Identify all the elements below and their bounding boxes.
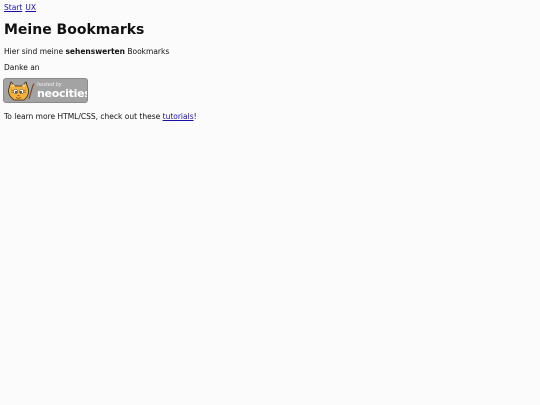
learn-more-text: To learn more HTML/CSS, check out these … bbox=[4, 112, 197, 121]
intro-text: Hier sind meine sehenswerten Bookmarks bbox=[4, 47, 169, 56]
page-title: Meine Bookmarks bbox=[4, 22, 145, 38]
neocities-badge-link[interactable]: hosted by neocities bbox=[3, 78, 88, 103]
intro-after: Bookmarks bbox=[124, 47, 170, 56]
intro-emphasis: sehenswerten bbox=[65, 47, 125, 56]
tutorials-link[interactable]: tutorials bbox=[163, 112, 194, 121]
nav-link-ux[interactable]: UX bbox=[25, 3, 36, 12]
learn-before: To learn more HTML/CSS, check out these bbox=[4, 112, 163, 121]
intro-before: Hier sind meine bbox=[4, 47, 66, 56]
neocities-cat-icon bbox=[8, 81, 35, 101]
top-nav: Start UX bbox=[4, 3, 39, 12]
learn-after: ! bbox=[193, 112, 197, 121]
page: Start UX Meine Bookmarks Hier sind meine … bbox=[0, 0, 540, 405]
thanks-text: Danke an bbox=[4, 63, 40, 72]
nav-link-start[interactable]: Start bbox=[4, 3, 22, 12]
badge-brand: neocities bbox=[37, 87, 88, 100]
